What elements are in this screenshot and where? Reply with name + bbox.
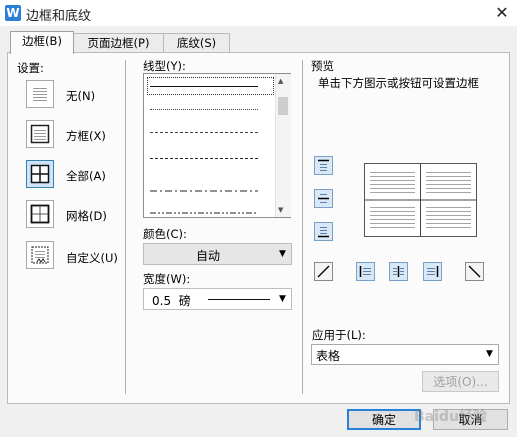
preview-label: 预览: [311, 59, 334, 73]
color-value: 自动: [196, 249, 221, 263]
inside-vertical-icon: [393, 266, 404, 277]
setting-custom-label: 自定义(U): [66, 251, 118, 265]
setting-box-button[interactable]: [26, 120, 54, 148]
setting-all-label: 全部(A): [66, 169, 106, 183]
setting-grid-button[interactable]: [26, 200, 54, 228]
line-style-list[interactable]: [143, 73, 291, 218]
line-style-solid[interactable]: [150, 86, 258, 87]
no-border-icon: [33, 88, 47, 101]
divider-right: [302, 60, 303, 394]
setting-none-button[interactable]: [26, 80, 54, 108]
diagonal-down-button[interactable]: [465, 262, 484, 281]
width-dropdown[interactable]: 0.5 磅 ▼: [143, 288, 292, 310]
line-style-dashed-small[interactable]: [150, 132, 258, 133]
apply-to-value: 表格: [316, 349, 341, 363]
chevron-down-icon: ▼: [279, 249, 286, 259]
line-style-label: 线型(Y):: [143, 59, 186, 73]
width-line-sample: [208, 299, 270, 300]
close-icon[interactable]: ✕: [493, 4, 511, 22]
wps-writer-icon: W: [5, 5, 21, 21]
left-border-icon: [359, 266, 371, 277]
border-preview[interactable]: [364, 163, 477, 237]
setting-none-label: 无(N): [66, 89, 96, 103]
color-label: 颜色(C):: [143, 227, 187, 241]
grid-border-icon: [30, 204, 50, 224]
border-bottom-button[interactable]: [314, 222, 333, 241]
baidu-watermark: Baidu经验: [414, 409, 487, 425]
border-inside-vertical-button[interactable]: [389, 262, 408, 281]
ok-button[interactable]: 确定: [347, 409, 421, 430]
line-style-dashed-large[interactable]: [150, 158, 258, 159]
divider-left: [125, 60, 126, 394]
options-button[interactable]: 选项(O)...: [422, 371, 499, 392]
width-label: 宽度(W):: [143, 272, 191, 286]
tab-shading[interactable]: 底纹(S): [163, 33, 230, 53]
chevron-down-icon: ▼: [279, 294, 286, 304]
scroll-up-icon[interactable]: ▲: [278, 77, 283, 85]
box-border-icon: [30, 124, 50, 144]
tab-borders[interactable]: 边框(B): [10, 31, 74, 54]
line-style-scrollbar[interactable]: [275, 74, 291, 217]
custom-border-icon: [31, 246, 49, 264]
border-inside-horizontal-button[interactable]: [314, 189, 333, 208]
diagonal-up-icon: [317, 265, 330, 278]
width-value: 0.5 磅: [152, 294, 191, 308]
diagonal-down-icon: [468, 265, 481, 278]
line-style-dotted[interactable]: [150, 109, 258, 110]
border-left-button[interactable]: [356, 262, 375, 281]
tab-page-borders[interactable]: 页面边框(P): [73, 33, 164, 53]
setting-grid-label: 网格(D): [66, 209, 107, 223]
diagonal-up-button[interactable]: [314, 262, 333, 281]
apply-to-dropdown[interactable]: 表格 ▼: [311, 344, 499, 365]
preview-hint: 单击下方图示或按钮可设置边框: [318, 76, 479, 90]
setting-custom-button[interactable]: [26, 241, 54, 269]
right-border-icon: [427, 266, 439, 277]
bottom-border-icon: [318, 227, 329, 238]
border-top-button[interactable]: [314, 156, 333, 175]
setting-box-label: 方框(X): [66, 129, 106, 143]
setting-all-button[interactable]: [26, 160, 54, 188]
border-right-button[interactable]: [423, 262, 442, 281]
apply-to-label: 应用于(L):: [312, 328, 366, 342]
color-dropdown[interactable]: 自动 ▼: [143, 243, 292, 265]
top-border-icon: [318, 159, 329, 171]
settings-label: 设置:: [17, 61, 44, 75]
all-borders-icon: [30, 164, 50, 184]
preview-diagram: [365, 164, 476, 236]
scroll-down-icon[interactable]: ▼: [278, 206, 283, 214]
scroll-thumb[interactable]: [278, 97, 288, 115]
dialog-title: 边框和底纹: [26, 9, 92, 24]
chevron-down-icon: ▼: [486, 349, 493, 359]
inside-horizontal-icon: [318, 194, 329, 203]
